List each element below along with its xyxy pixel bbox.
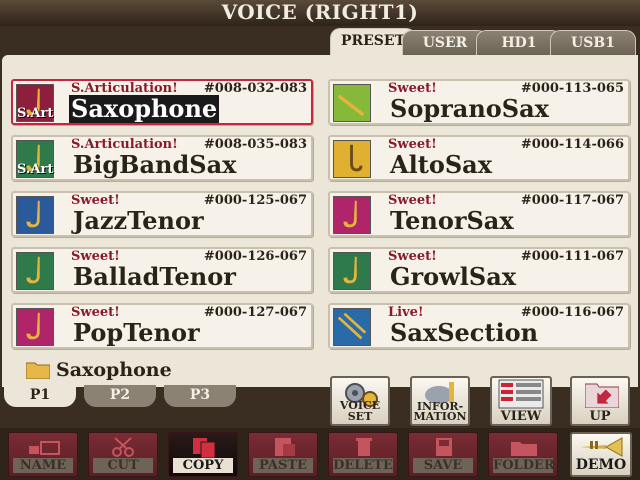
voice-number: #008-032-083	[203, 81, 307, 96]
voice-set-button[interactable]: VOICE SET	[330, 376, 390, 426]
voice-item-saxophone[interactable]: S.Art S.Articulation! #008-032-083 Saxop…	[11, 79, 313, 125]
voice-name: Saxophone	[69, 94, 220, 123]
voice-name: PopTenor	[73, 318, 200, 347]
voice-name: GrowlSax	[390, 262, 517, 291]
copy-button[interactable]: COPY	[168, 432, 238, 477]
voice-item-altosax[interactable]: Sweet! #000-114-066 AltoSax	[328, 135, 630, 181]
source-tabs: PRESET USER HD1 USB1	[0, 26, 640, 57]
voice-item-balladtenor[interactable]: Sweet! #000-126-067 BalladTenor	[11, 247, 313, 293]
alto-sax-icon	[333, 140, 371, 178]
saxophone-icon	[16, 308, 54, 346]
folder-button[interactable]: FOLDER	[488, 432, 558, 477]
sax-section-icon	[333, 308, 371, 346]
voice-item-poptenor[interactable]: Sweet! #000-127-067 PopTenor	[11, 303, 313, 349]
voice-item-sopranosax[interactable]: Sweet! #000-113-065 SopranoSax	[328, 79, 630, 125]
saxophone-icon: S.Art	[16, 140, 54, 178]
name-button[interactable]: NAME	[8, 432, 78, 477]
page-tab-p2[interactable]: P2	[84, 385, 156, 407]
voice-number: #000-111-067	[520, 249, 624, 264]
voice-name: SopranoSax	[390, 94, 549, 123]
up-button[interactable]: UP	[570, 376, 630, 426]
voice-number: #000-114-066	[520, 137, 624, 152]
page-tab-p3[interactable]: P3	[164, 385, 236, 407]
voice-name: BalladTenor	[73, 262, 236, 291]
window-title: VOICE (RIGHT1)	[0, 0, 640, 26]
voice-number: #000-127-067	[203, 305, 307, 320]
saxophone-icon	[16, 252, 54, 290]
voice-name: JazzTenor	[73, 206, 204, 235]
cut-button[interactable]: CUT	[88, 432, 158, 477]
voice-item-bigbandsax[interactable]: S.Art S.Articulation! #008-035-083 BigBa…	[11, 135, 313, 181]
soprano-sax-icon	[333, 84, 371, 122]
information-button[interactable]: INFOR- MATION	[410, 376, 470, 426]
new-folder-icon	[511, 442, 537, 456]
folder-icon	[25, 361, 51, 380]
scissors-icon	[112, 437, 134, 457]
voice-name: SaxSection	[390, 318, 539, 347]
rename-icon	[29, 441, 60, 455]
save-button[interactable]: SAVE	[408, 432, 478, 477]
tab-usb1[interactable]: USB1	[550, 30, 636, 56]
delete-button[interactable]: DELETE	[328, 432, 398, 477]
trash-icon	[356, 438, 372, 456]
saxophone-icon	[16, 196, 54, 234]
paste-button[interactable]: PASTE	[248, 432, 318, 477]
voice-number: #000-125-067	[203, 193, 307, 208]
view-list-icon	[498, 379, 544, 409]
page-tab-p1[interactable]: P1	[4, 385, 76, 407]
voice-name: BigBandSax	[73, 150, 237, 179]
voice-item-growlsax[interactable]: Sweet! #000-111-067 GrowlSax	[328, 247, 630, 293]
voice-number: #000-117-067	[520, 193, 624, 208]
folder-up-icon	[585, 383, 619, 408]
voice-item-tenorsax[interactable]: Sweet! #000-117-067 TenorSax	[328, 191, 630, 237]
save-icon	[436, 438, 452, 456]
trumpet-icon	[580, 437, 623, 457]
voice-name: TenorSax	[390, 206, 514, 235]
demo-button[interactable]: DEMO	[570, 432, 632, 477]
saxophone-icon: S.Art	[16, 84, 54, 122]
view-button[interactable]: VIEW	[490, 376, 552, 426]
copy-icon	[193, 438, 216, 458]
voice-item-saxsection[interactable]: Live! #000-116-067 SaxSection	[328, 303, 630, 349]
voice-list-panel: S.Art S.Articulation! #008-032-083 Saxop…	[2, 55, 638, 387]
voice-name: AltoSax	[390, 150, 493, 179]
paste-icon	[275, 438, 295, 456]
voice-item-jazztenor[interactable]: Sweet! #000-125-067 JazzTenor	[11, 191, 313, 237]
saxophone-icon	[333, 252, 371, 290]
saxophone-icon	[333, 196, 371, 234]
